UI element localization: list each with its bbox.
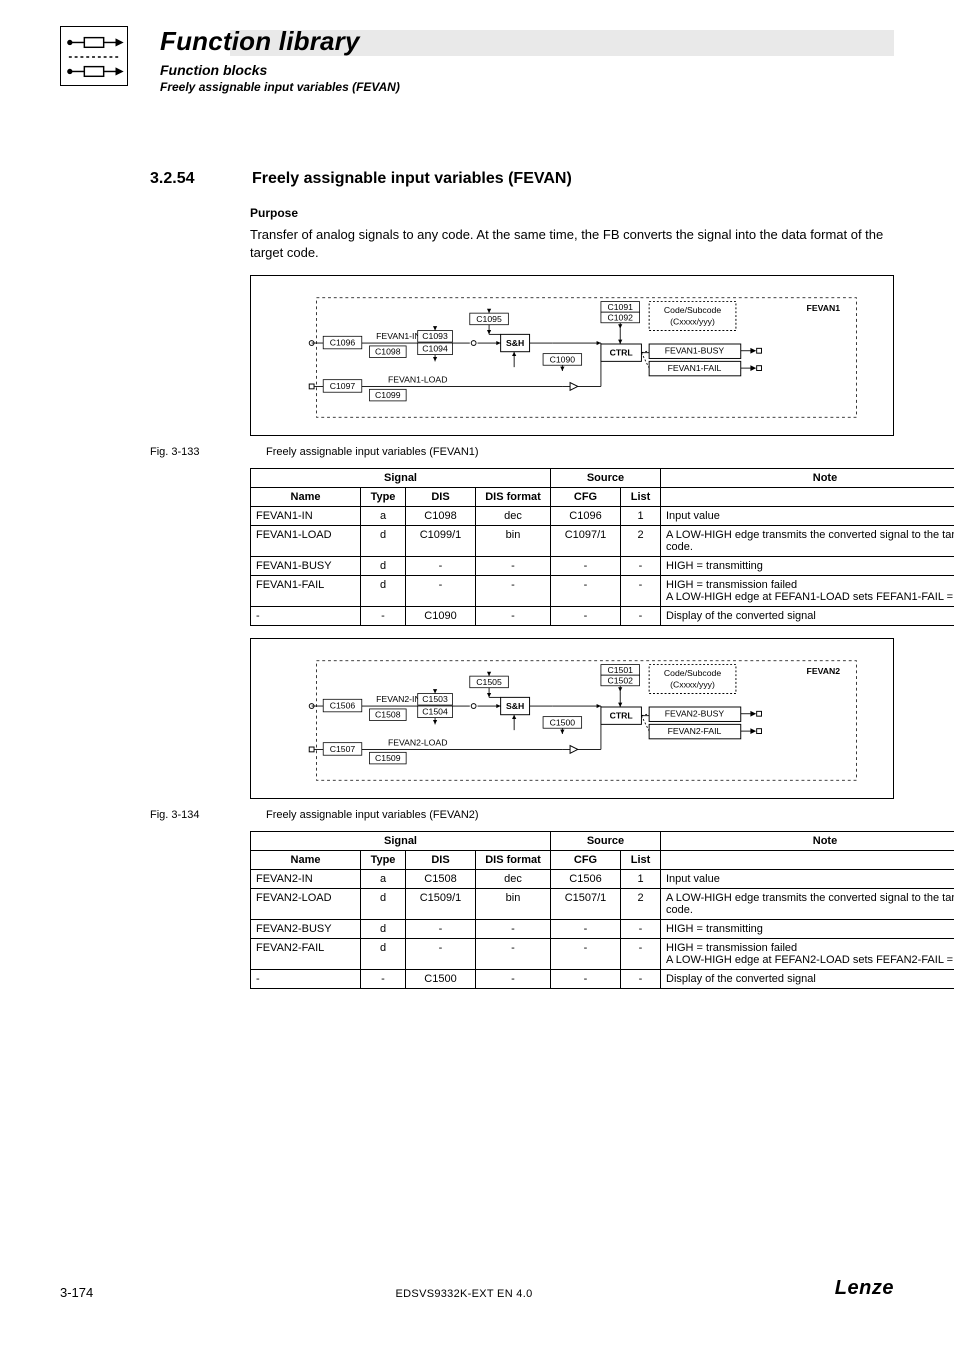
svg-text:C1099: C1099 xyxy=(375,390,401,400)
table-row: FEVAN1-INaC1098decC10961Input value xyxy=(251,507,954,526)
svg-text:C1098: C1098 xyxy=(375,347,401,357)
table-row: FEVAN2-BUSYd----HIGH = transmitting xyxy=(251,920,954,939)
svg-text:C1504: C1504 xyxy=(422,707,448,717)
svg-text:FEVAN1-FAIL: FEVAN1-FAIL xyxy=(668,363,722,373)
figure-fevan1: FEVAN1 C1096 FEVAN1-IN C1098 C1093 C1094 S&H C1… xyxy=(250,275,894,436)
table-row: --C1500---Display of the converted signa… xyxy=(251,970,954,989)
table-row: FEVAN1-LOADdC1099/1binC1097/12A LOW-HIGH… xyxy=(251,526,954,557)
svg-text:FEVAN1: FEVAN1 xyxy=(807,303,841,313)
figure-fevan2: FEVAN2 C1506 FEVAN2-IN C1508 C1503 C1504 S&H C1… xyxy=(250,638,894,799)
svg-text:FEVAN2-IN: FEVAN2-IN xyxy=(376,694,421,704)
table-row: FEVAN2-INaC1508decC15061Input value xyxy=(251,870,954,889)
section-number: 3.2.54 xyxy=(150,170,228,188)
svg-text:C1095: C1095 xyxy=(476,314,502,324)
table-row: FEVAN2-LOADdC1509/1binC1507/12A LOW-HIGH… xyxy=(251,889,954,920)
svg-text:(Cxxxx/yyy): (Cxxxx/yyy) xyxy=(670,317,715,327)
svg-text:C1501: C1501 xyxy=(607,665,633,675)
fig133-caption: Freely assignable input variables (FEVAN… xyxy=(266,446,479,458)
table-row: FEVAN1-FAILd----HIGH = transmission fail… xyxy=(251,576,954,607)
svg-text:C1092: C1092 xyxy=(607,312,633,322)
page-title: Function library xyxy=(160,26,360,57)
page-number: 3-174 xyxy=(60,1285,93,1300)
svg-text:FEVAN1-BUSY: FEVAN1-BUSY xyxy=(665,346,725,356)
svg-text:C1093: C1093 xyxy=(422,331,448,341)
doc-id: EDSVS9332K-EXT EN 4.0 xyxy=(396,1288,533,1300)
brand-logo: Lenze xyxy=(835,1277,894,1300)
table-row: FEVAN2-FAILd----HIGH = transmission fail… xyxy=(251,939,954,970)
header-icon xyxy=(60,26,128,86)
page-sub-subtitle: Freely assignable input variables (FEVAN… xyxy=(160,80,400,94)
page-subtitle: Function blocks xyxy=(160,62,267,78)
svg-text:C1091: C1091 xyxy=(607,302,633,312)
svg-text:FEVAN2-BUSY: FEVAN2-BUSY xyxy=(665,709,725,719)
svg-text:S&H: S&H xyxy=(506,701,524,711)
purpose-heading: Purpose xyxy=(250,206,894,220)
svg-text:C1090: C1090 xyxy=(550,354,576,364)
svg-text:Code/Subcode: Code/Subcode xyxy=(664,305,721,315)
svg-text:C1503: C1503 xyxy=(422,694,448,704)
svg-text:C1508: C1508 xyxy=(375,710,401,720)
svg-text:FEVAN2: FEVAN2 xyxy=(807,666,841,676)
svg-text:C1505: C1505 xyxy=(476,677,502,687)
svg-text:C1506: C1506 xyxy=(330,701,356,711)
svg-text:(Cxxxx/yyy): (Cxxxx/yyy) xyxy=(670,680,715,690)
fig133-label: Fig. 3-133 xyxy=(150,446,240,458)
table-fevan1: Signal Source Note Name Type DIS DIS for… xyxy=(250,468,954,626)
purpose-text: Transfer of analog signals to any code. … xyxy=(250,226,894,261)
svg-text:C1500: C1500 xyxy=(550,717,576,727)
svg-text:CTRL: CTRL xyxy=(610,711,634,721)
svg-text:C1097: C1097 xyxy=(330,381,356,391)
svg-text:C1096: C1096 xyxy=(330,338,356,348)
svg-text:S&H: S&H xyxy=(506,338,524,348)
svg-text:FEVAN2-LOAD: FEVAN2-LOAD xyxy=(388,738,448,748)
svg-text:CTRL: CTRL xyxy=(610,348,634,358)
table-row: FEVAN1-BUSYd----HIGH = transmitting xyxy=(251,557,954,576)
svg-text:C1507: C1507 xyxy=(330,744,356,754)
table-fevan2: Signal Source Note Name Type DIS DIS for… xyxy=(250,831,954,989)
svg-text:C1509: C1509 xyxy=(375,753,401,763)
svg-text:FEVAN2-FAIL: FEVAN2-FAIL xyxy=(668,726,722,736)
section-title: Freely assignable input variables (FEVAN… xyxy=(252,170,572,188)
svg-text:Code/Subcode: Code/Subcode xyxy=(664,668,721,678)
svg-text:FEVAN1-IN: FEVAN1-IN xyxy=(376,331,421,341)
svg-text:C1094: C1094 xyxy=(422,344,448,354)
fig134-caption: Freely assignable input variables (FEVAN… xyxy=(266,809,479,821)
svg-text:FEVAN1-LOAD: FEVAN1-LOAD xyxy=(388,375,448,385)
table-row: --C1090---Display of the converted signa… xyxy=(251,607,954,626)
fig134-label: Fig. 3-134 xyxy=(150,809,240,821)
svg-text:C1502: C1502 xyxy=(607,675,633,685)
